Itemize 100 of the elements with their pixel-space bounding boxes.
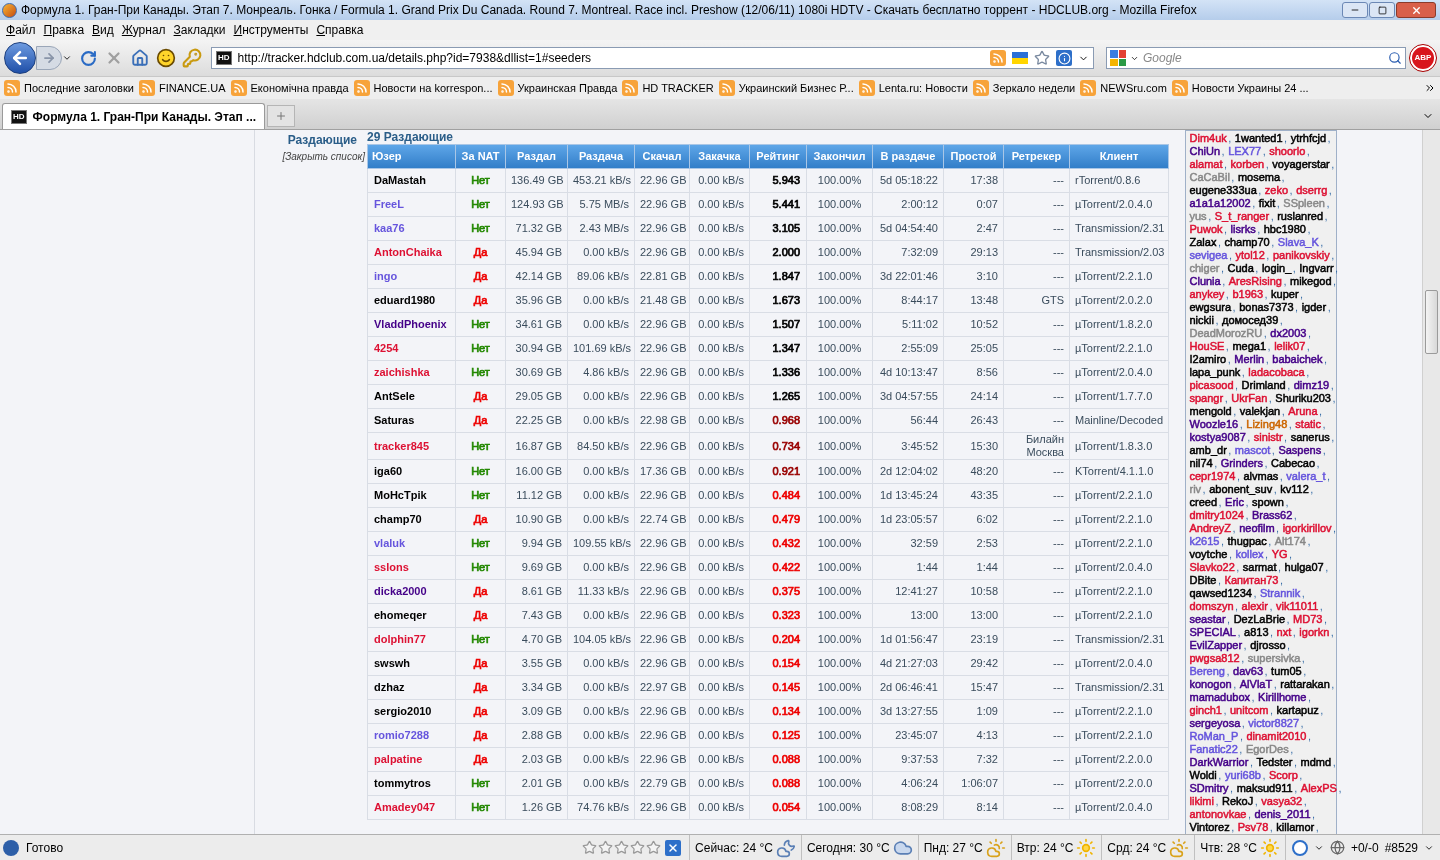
username-link[interactable]: Drimland (1241, 379, 1287, 392)
username-link[interactable]: mamadubox (1189, 691, 1251, 704)
bookmark-link[interactable]: Украинский Бизнес Р... (738, 79, 854, 97)
maximize-button[interactable] (1369, 2, 1395, 18)
bookmark-link[interactable]: Новости на korrespon... (373, 79, 493, 97)
globe-icon[interactable] (1329, 840, 1345, 855)
search-field[interactable]: Google (1143, 49, 1384, 67)
username-link[interactable]: MD73 (1292, 613, 1323, 626)
username-link[interactable]: babaichek (1271, 353, 1323, 366)
username-link[interactable]: YG (1271, 548, 1289, 561)
username-link[interactable]: nil74 (1189, 457, 1214, 470)
username-link[interactable]: I2amiro (1189, 353, 1227, 366)
username-link[interactable]: tum05 (1270, 665, 1303, 678)
username-link[interactable]: Aruna (1287, 405, 1319, 418)
username-link[interactable]: login_ (1261, 262, 1292, 275)
username-link[interactable]: nickii (1189, 314, 1215, 327)
username-link[interactable]: voyagerstar (1271, 158, 1331, 171)
addon-icon[interactable] (665, 839, 682, 856)
username-link[interactable]: домосед39 (1221, 314, 1279, 327)
username-link[interactable]: picasood (1189, 379, 1235, 392)
back-button[interactable] (4, 42, 36, 74)
username-link[interactable]: ChiUn (1189, 145, 1221, 158)
address-field[interactable]: HD http://tracker.hdclub.com.ua/details.php?id=7938&dllist=1#seeders (211, 47, 1094, 69)
menu-item[interactable]: Файл (2, 21, 40, 39)
menu-item[interactable]: Закладки (169, 21, 230, 39)
username-link[interactable]: rattarakan (1279, 678, 1331, 691)
username-link[interactable]: dzhaz (374, 681, 405, 694)
username-link[interactable]: Slavko22 (1189, 561, 1236, 574)
username-link[interactable]: mdmd (1300, 756, 1332, 769)
username-link[interactable]: nxt (1276, 626, 1292, 639)
username-link[interactable]: victor8827 (1247, 717, 1300, 730)
username-link[interactable]: yus (1189, 210, 1208, 223)
username-link[interactable]: AlVlaT (1239, 678, 1273, 691)
username-link[interactable]: ginch1 (1189, 704, 1223, 717)
username-link[interactable]: spown (1251, 496, 1285, 509)
username-link[interactable]: pwgsa812 (1189, 652, 1241, 665)
username-link[interactable]: seastar (1189, 613, 1227, 626)
bookmark-link[interactable]: Последние заголовки (24, 79, 134, 97)
username-link[interactable]: vlaluk (374, 537, 406, 550)
username-link[interactable]: qawsed1234 (1189, 587, 1253, 600)
bookmark-link[interactable]: NEWSru.com (1100, 79, 1167, 97)
username-link[interactable]: AlexPS (1300, 782, 1338, 795)
username-link[interactable]: mikegod (1289, 275, 1333, 288)
username-link[interactable]: antonovkae (1189, 808, 1247, 821)
menu-item[interactable]: Правка (39, 21, 89, 39)
username-link[interactable]: Woozle16 (1189, 418, 1239, 431)
username-link[interactable]: k2615 (1189, 535, 1220, 548)
username-link[interactable]: chiger (1189, 262, 1220, 275)
username-link[interactable]: a813 (1243, 626, 1269, 639)
close-button[interactable] (1396, 2, 1436, 18)
username-link[interactable]: abonent_suv (1208, 483, 1273, 496)
more-bookmarks-icon[interactable] (1424, 82, 1436, 94)
bookmark-link[interactable]: HD TRACKER (642, 79, 714, 97)
username-link[interactable]: Kirillhome (1257, 691, 1307, 704)
username-link[interactable]: Merlin (1233, 353, 1265, 366)
close-list-link[interactable]: [Закрыть список] (282, 149, 365, 164)
username-link[interactable]: EvilZapper (1189, 639, 1243, 652)
username-link[interactable]: Tedster (1255, 756, 1293, 769)
username-link[interactable]: Dim4uk (1189, 132, 1228, 145)
username-link[interactable]: lisrks (1230, 223, 1257, 236)
username-link[interactable]: fixit (1258, 197, 1276, 210)
username-link[interactable]: creed (1189, 496, 1218, 509)
username-link[interactable]: sarmat (1242, 561, 1277, 574)
username-link[interactable]: dinamit2010 (1246, 730, 1307, 743)
username-link[interactable]: AresRising (1228, 275, 1283, 288)
search-bar[interactable]: Google (1106, 47, 1406, 69)
username-link[interactable]: cepr1974 (1189, 470, 1236, 483)
username-link[interactable]: RekoJ (1221, 795, 1254, 808)
username-link[interactable]: lapa_punk (1189, 366, 1241, 379)
username-link[interactable]: konogon (1189, 678, 1233, 691)
username-link[interactable]: Fanatic22 (1189, 743, 1239, 756)
username-link[interactable]: DBite (1189, 574, 1217, 587)
username-link[interactable]: a1a1a12002 (1189, 197, 1252, 210)
username-link[interactable]: dav63 (1232, 665, 1264, 678)
username-link[interactable]: denis_2011 (1253, 808, 1312, 821)
username-link[interactable]: ladacobaca (1247, 366, 1306, 379)
username-link[interactable]: SPECIAL (1189, 626, 1237, 639)
username-link[interactable]: S_t_ranger (1214, 210, 1270, 223)
username-link[interactable]: ytrhfcjd (1290, 132, 1327, 145)
username-link[interactable]: yuri68b (1224, 769, 1262, 782)
username-link[interactable]: alamat (1189, 158, 1224, 171)
bookmark-link[interactable]: Економічна правда (250, 79, 349, 97)
username-link[interactable]: dserrg (1295, 184, 1328, 197)
username-link[interactable]: AndreyZ (1189, 522, 1232, 535)
bookmark-star-icon[interactable] (1034, 50, 1050, 66)
username-link[interactable]: SDmitry (1189, 782, 1230, 795)
username-link[interactable]: hbc1980 (1263, 223, 1307, 236)
username-link[interactable]: mengold (1189, 405, 1233, 418)
menu-item[interactable]: Инструменты (229, 21, 313, 39)
username-link[interactable]: voytche (1189, 548, 1228, 561)
username-link[interactable]: Eric (1224, 496, 1245, 509)
bookmark-link[interactable]: Украинская Правда (517, 79, 618, 97)
username-link[interactable]: spangr (1189, 392, 1224, 405)
username-link[interactable]: dimz19 (1293, 379, 1330, 392)
username-link[interactable]: 1wanted1 (1234, 132, 1284, 145)
username-link[interactable]: Cuda (1227, 262, 1255, 275)
username-link[interactable]: DezLaBrie (1233, 613, 1286, 626)
username-link[interactable]: kostya9087 (1189, 431, 1247, 444)
username-link[interactable]: hulga07 (1284, 561, 1325, 574)
username-link[interactable]: champ70 (1223, 236, 1271, 249)
